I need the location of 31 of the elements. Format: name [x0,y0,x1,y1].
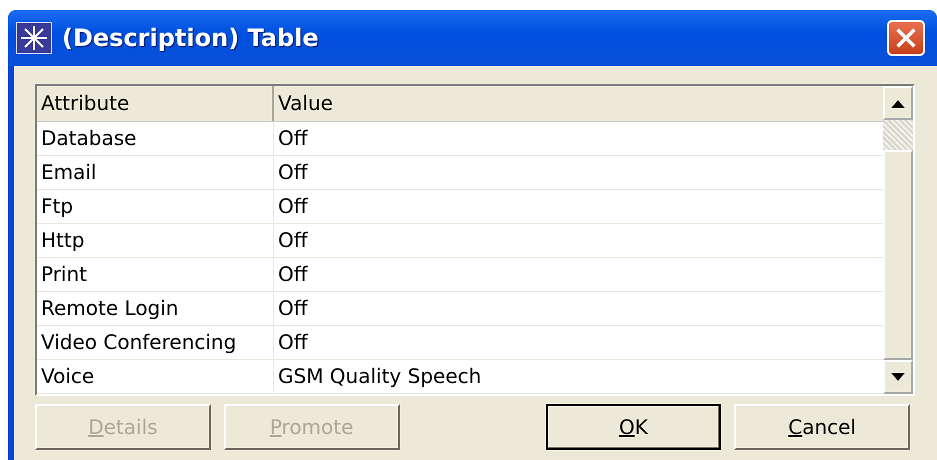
table-cell-text: Off [277,295,309,322]
scroll-thumb[interactable] [883,150,913,360]
table-cell: Remote Login [37,292,274,325]
star-icon [16,22,52,54]
dialog-button[interactable]: OK [546,404,722,450]
scrollbar[interactable] [883,86,913,394]
table-cell-text: Off [277,261,309,288]
table-cell: Database [37,122,274,155]
close-button[interactable] [887,20,925,56]
table-cell: Video Conferencing [37,326,274,359]
down-arrow-icon [891,372,905,382]
scroll-track[interactable] [883,120,913,150]
table-cell: Print [37,258,274,291]
table-cell: Http [37,224,274,257]
table-cell-text: Off [277,227,309,254]
scroll-down-button[interactable] [883,360,913,394]
table-cell-text: GSM Quality Speech [277,363,482,390]
table-cell-text: Off [277,329,309,356]
table-cell-text: Off [277,159,309,186]
table-cell: Email [37,156,274,189]
close-icon [894,26,918,50]
scroll-up-button[interactable] [883,86,913,120]
table-cell: Ftp [37,190,274,223]
column-header[interactable]: Value [274,86,883,121]
table-cell: Voice [37,360,274,393]
dialog-button[interactable]: Cancel [734,404,910,450]
column-header[interactable]: Attribute [37,86,274,121]
table-cell-text: Off [277,193,309,220]
table-cell-text: Off [277,125,309,152]
up-arrow-icon [891,98,905,108]
window-title: (Description) Table [62,24,320,52]
